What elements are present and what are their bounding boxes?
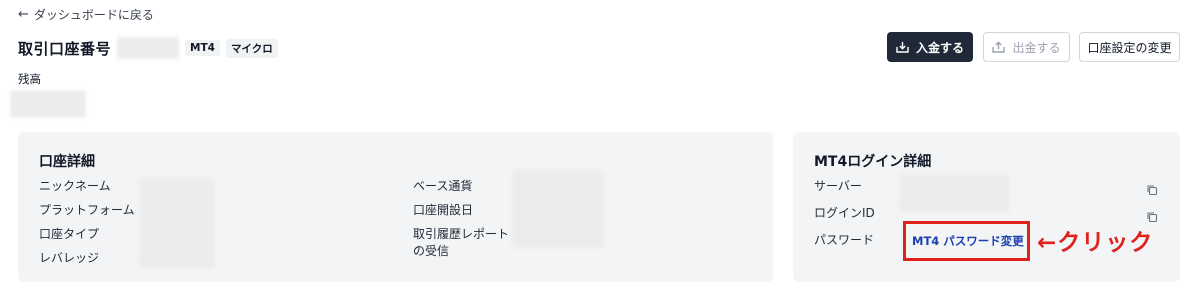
base-currency-label: ベース通貨 [413,179,473,193]
open-date-label: 口座開設日 [413,203,474,217]
balance-value-redacted [10,90,86,118]
nickname-label: ニックネーム [39,179,111,193]
account-details-card: 口座詳細 ニックネーム プラットフォーム 口座タイプ レバレッジ ベース通貨 口… [18,132,773,282]
download-tray-icon [896,41,909,53]
account-type-label: 口座タイプ [39,227,100,241]
mt4-login-title: MT4ログイン詳細 [814,154,932,170]
leverage-label: レバレッジ [39,251,100,265]
back-to-dashboard-link[interactable]: ← ダッシュボードに戻る [18,6,154,23]
trade-report-label: 取引履歴レポート の受信 [413,226,513,260]
withdraw-label: 出金する [1012,40,1061,55]
currency-date-values-redacted [512,170,604,248]
account-type-badge: マイクロ [225,38,278,58]
upload-tray-icon [992,41,1006,53]
deposit-button[interactable]: 入金する [887,32,973,62]
server-label: サーバー [814,179,862,193]
trade-report-label-line2: の受信 [413,244,450,258]
click-annotation: ←クリック [1037,230,1154,256]
back-link-label: ダッシュボードに戻る [33,8,154,22]
highlight-box [903,221,1030,261]
platform-badge: MT4 [185,40,220,56]
page-title: 取引口座番号 [18,39,112,58]
platform-label: プラットフォーム [39,203,135,217]
account-number-redacted [117,37,180,59]
deposit-label: 入金する [915,40,964,55]
arrow-left-icon: ← [18,7,29,22]
trade-report-label-line1: 取引履歴レポート [413,227,510,241]
copy-server-icon[interactable] [1146,181,1158,196]
login-id-label: ログインID [814,206,875,220]
withdraw-button[interactable]: 出金する [983,32,1070,62]
account-values-redacted [139,178,215,268]
password-label: パスワード [814,233,875,247]
account-details-title: 口座詳細 [39,154,95,170]
account-settings-button[interactable]: 口座設定の変更 [1079,32,1180,62]
server-login-values-redacted [899,174,1009,212]
balance-label: 残高 [18,72,41,86]
copy-login-id-icon[interactable] [1146,208,1158,223]
settings-label: 口座設定の変更 [1087,40,1172,55]
account-header: 取引口座番号 MT4 マイクロ [18,37,278,59]
